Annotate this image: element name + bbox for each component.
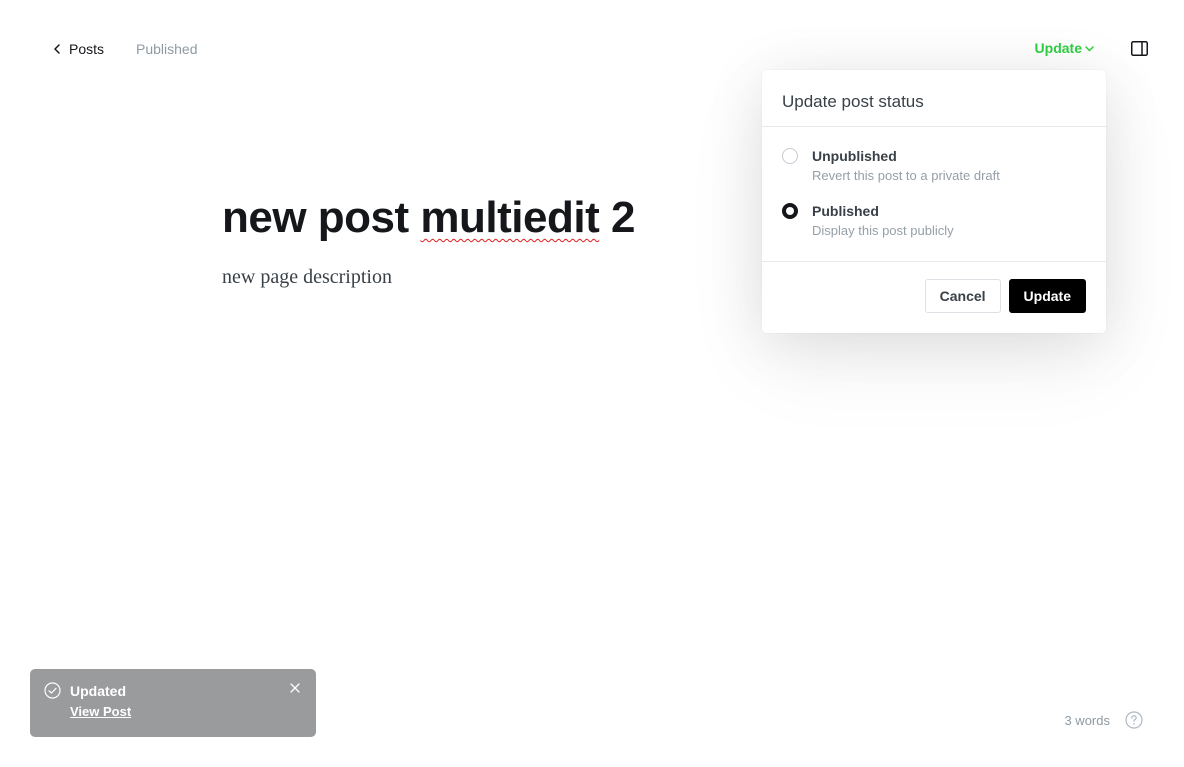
post-editor: new post multiedit 2 new page descriptio…: [222, 190, 762, 289]
chevron-down-icon: [1085, 46, 1094, 52]
help-circle-icon[interactable]: [1125, 711, 1143, 729]
post-title-part: new post: [222, 193, 421, 242]
update-trigger-label: Update: [1034, 40, 1082, 56]
check-circle-icon: [44, 682, 61, 699]
misspelled-word: multiedit: [420, 193, 600, 242]
view-post-link[interactable]: View Post: [70, 704, 131, 719]
update-status-dropdown: Update post status Unpublished Revert th…: [762, 70, 1106, 333]
cancel-button[interactable]: Cancel: [924, 279, 1001, 313]
dropdown-heading: Update post status: [762, 70, 1106, 127]
update-dropdown-trigger[interactable]: Update: [1035, 40, 1094, 56]
word-count: 3 words: [1064, 713, 1110, 728]
editor-actions: Update: [1035, 36, 1148, 60]
published-radio[interactable]: [782, 203, 798, 219]
option-published[interactable]: Published Display this post publicly: [782, 202, 1086, 238]
post-title-part: 2: [599, 193, 635, 242]
option-label: Unpublished: [812, 148, 897, 164]
notification-toast: Updated View Post: [30, 669, 316, 737]
option-unpublished[interactable]: Unpublished Revert this post to a privat…: [782, 147, 1086, 183]
sidebar-toggle-icon: [1130, 40, 1148, 56]
chevron-left-icon: [54, 44, 60, 54]
back-to-posts-link[interactable]: Posts: [54, 41, 104, 57]
post-excerpt-field[interactable]: new page description: [222, 266, 762, 289]
status-options: Unpublished Revert this post to a privat…: [762, 127, 1106, 262]
post-status-label: Published: [136, 41, 198, 57]
toast-title: Updated: [70, 682, 126, 699]
sidebar-toggle-button[interactable]: [1130, 39, 1148, 57]
post-title-field[interactable]: new post multiedit 2: [222, 190, 762, 246]
option-label: Published: [812, 203, 879, 219]
option-description: Revert this post to a private draft: [812, 168, 1000, 183]
unpublished-radio[interactable]: [782, 148, 798, 164]
breadcrumb: Posts Published: [54, 38, 198, 60]
close-icon[interactable]: [290, 683, 300, 693]
option-description: Display this post publicly: [812, 223, 954, 238]
dropdown-actions: Cancel Update: [762, 262, 1106, 313]
update-button[interactable]: Update: [1008, 279, 1086, 313]
back-link-label: Posts: [69, 41, 105, 57]
